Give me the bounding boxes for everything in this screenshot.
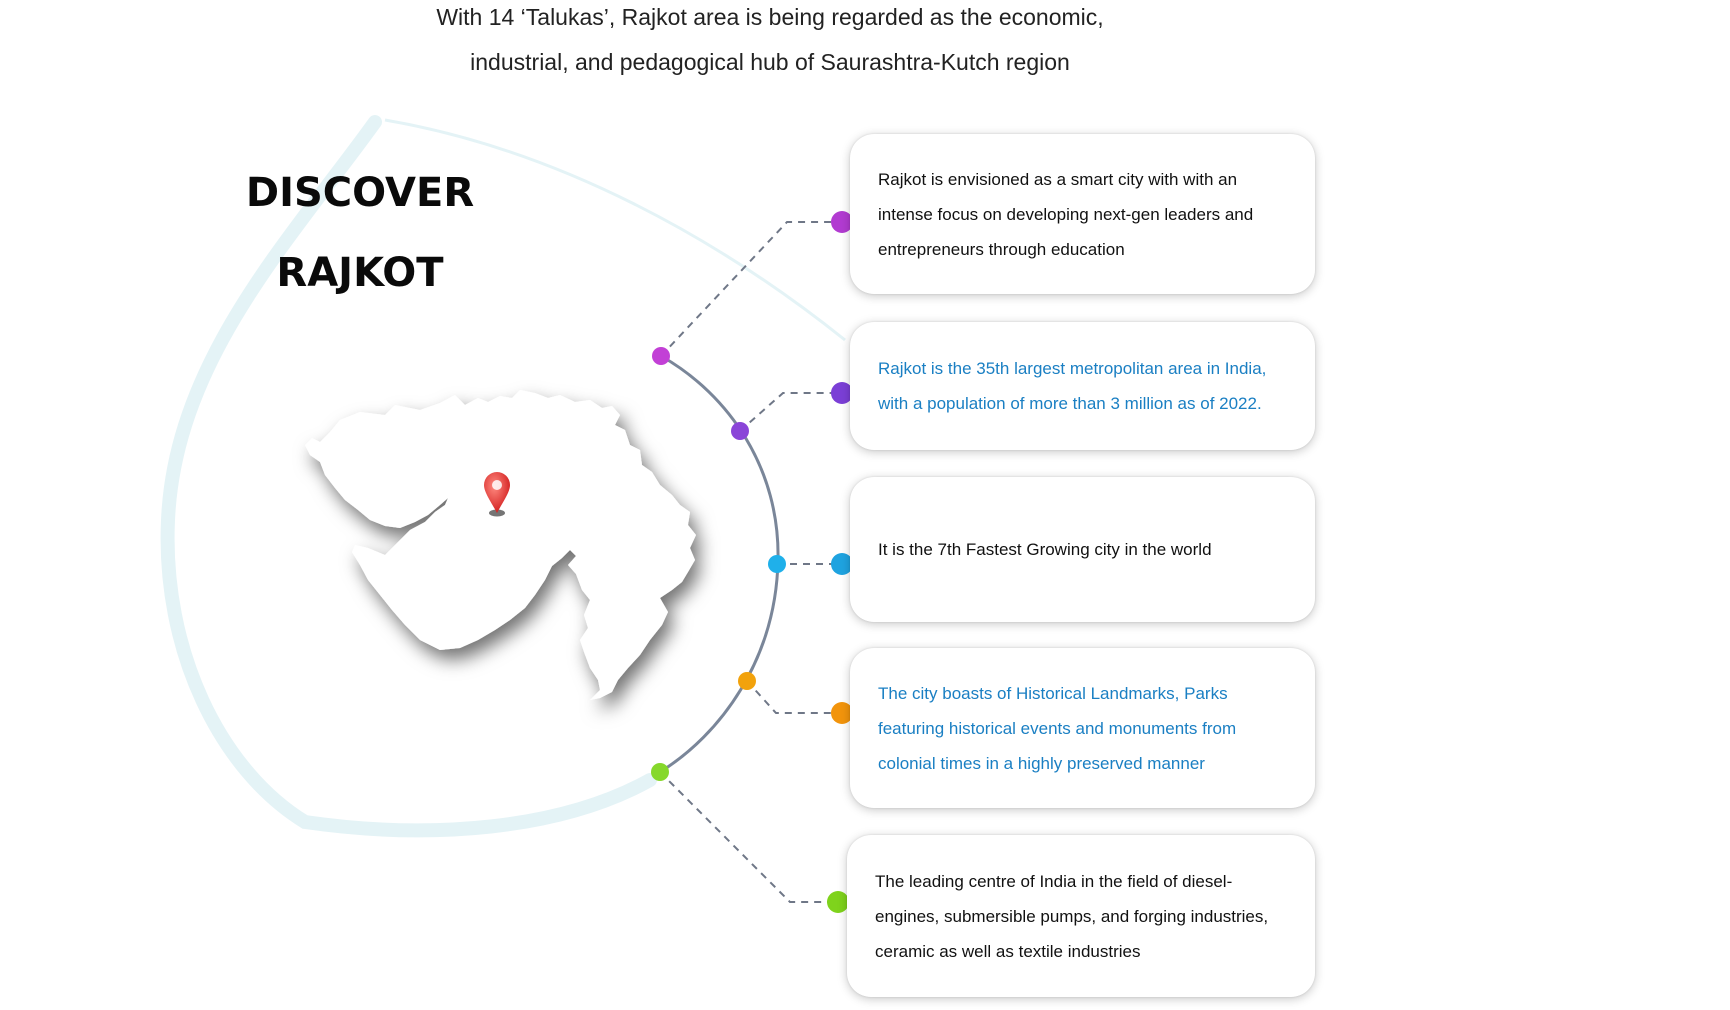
arc-dot-5	[651, 763, 669, 781]
fact-card-3: It is the 7th Fastest Growing city in th…	[850, 477, 1315, 622]
halo-shape-top	[384, 118, 846, 342]
heading-line-1: DISCOVER	[245, 170, 475, 216]
fact-card-1: Rajkot is envisioned as a smart city wit…	[850, 134, 1315, 294]
fact-card-4: The city boasts of Historical Landmarks,…	[850, 648, 1315, 808]
card-dot-5	[827, 891, 849, 913]
connector-4	[746, 680, 840, 714]
fact-text: Rajkot is envisioned as a smart city wit…	[878, 169, 1254, 259]
gujarat-map	[305, 390, 696, 700]
fact-text: It is the 7th Fastest Growing city in th…	[878, 540, 1212, 559]
fact-text: The leading centre of India in the field…	[875, 871, 1269, 961]
connector-2	[739, 392, 840, 432]
arc-dot-1	[652, 347, 670, 365]
fact-card-5: The leading centre of India in the field…	[847, 835, 1315, 997]
heading-line-2: RAJKOT	[276, 250, 444, 296]
arc-dot-4	[738, 672, 756, 690]
fact-text: Rajkot is the 35th largest metropolitan …	[878, 359, 1267, 413]
connector-5	[659, 771, 836, 903]
arc-dot-3	[768, 555, 786, 573]
fact-card-2: Rajkot is the 35th largest metropolitan …	[850, 322, 1315, 450]
connector-1	[660, 221, 840, 357]
arc-dot-2	[731, 422, 749, 440]
fact-text: The city boasts of Historical Landmarks,…	[878, 683, 1237, 773]
